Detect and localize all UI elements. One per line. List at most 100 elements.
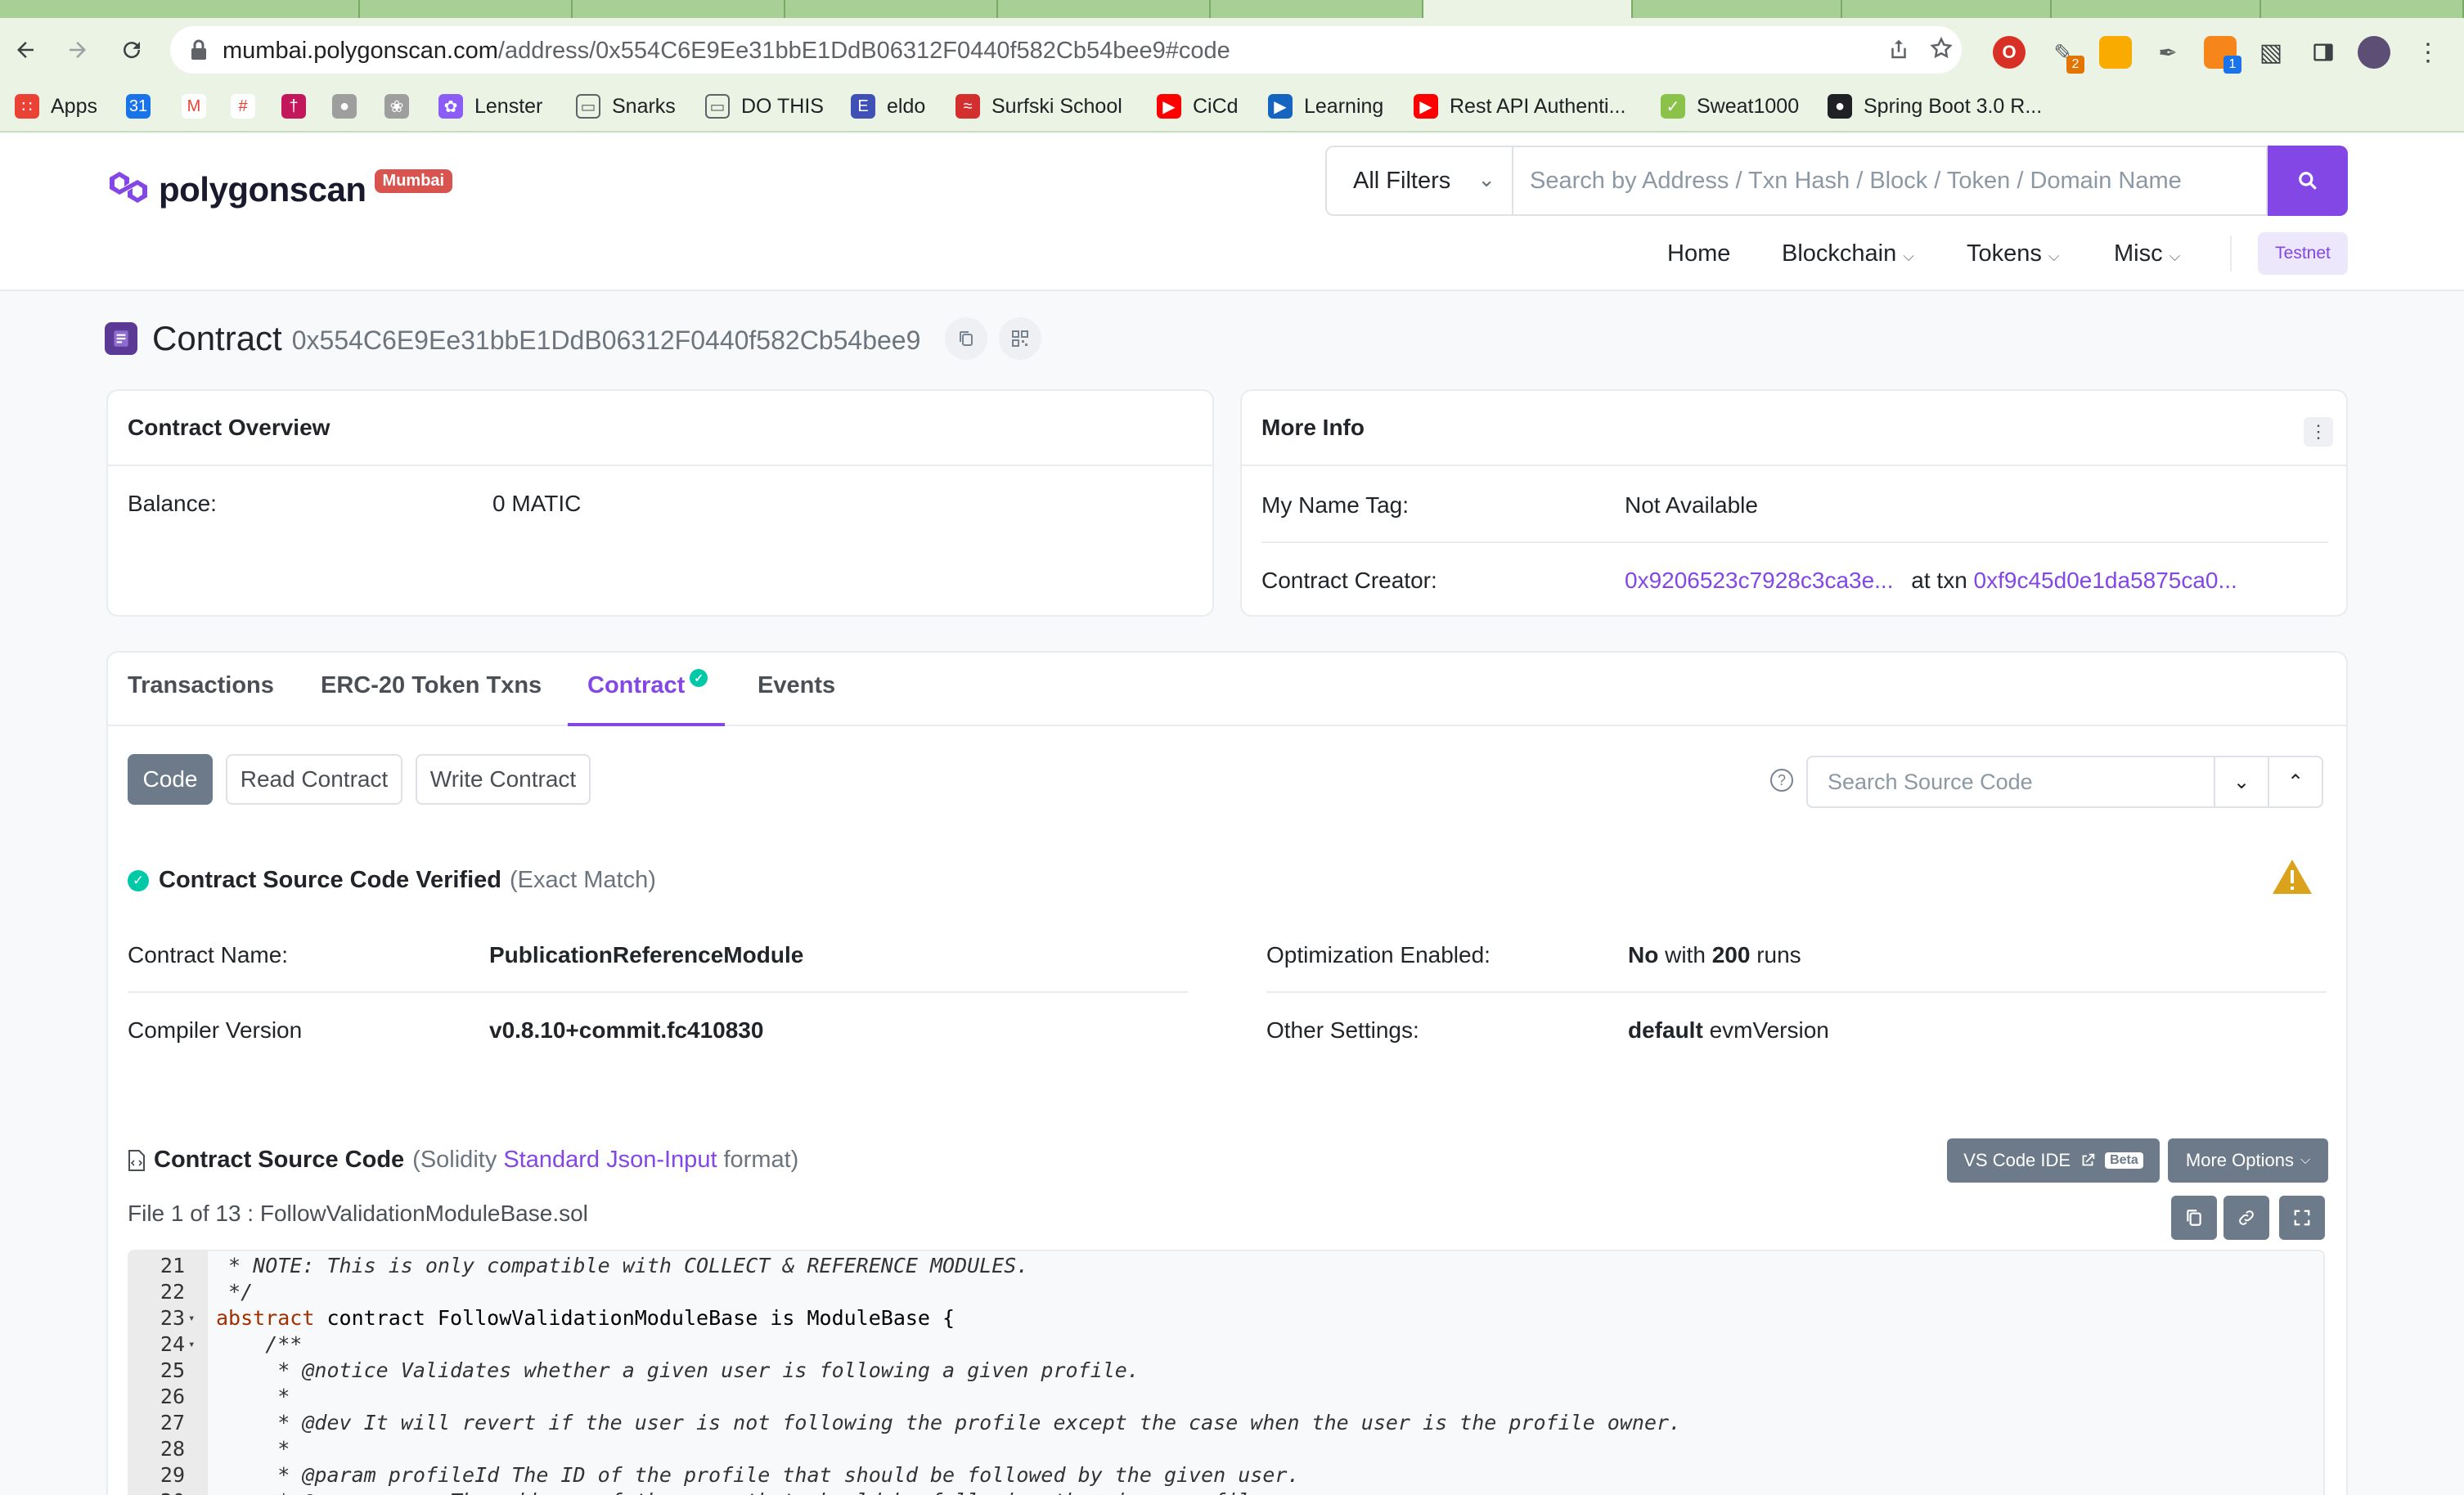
bookmark-item[interactable]: †: [281, 90, 306, 123]
code-text: *: [216, 1437, 290, 1461]
reload-icon[interactable]: [111, 29, 152, 70]
polygonscan-logo[interactable]: polygonscan Mumbai: [105, 168, 453, 211]
bookmark-item[interactable]: ● Spring Boot 3.0 R...: [1828, 90, 2042, 123]
copy-source-button[interactable]: [2171, 1196, 2217, 1240]
bookmark-label: CiCd: [1193, 94, 1239, 118]
card-heading: More Info: [1242, 391, 2346, 466]
verified-match: (Exact Match): [510, 867, 656, 893]
bookmark-item[interactable]: ∷ Apps: [15, 90, 97, 123]
nav-divider: [2230, 236, 2232, 272]
puzzle-icon[interactable]: ▧: [2255, 36, 2287, 69]
search-input[interactable]: [1512, 146, 2268, 216]
link-icon: [2239, 1210, 2254, 1225]
read-contract-button[interactable]: Read Contract: [226, 754, 402, 805]
search-icon: [2299, 172, 2317, 190]
bookmark-item[interactable]: Eeldo: [851, 90, 925, 123]
sidebar-icon[interactable]: [2307, 36, 2340, 69]
bookmark-item[interactable]: ▶ CiCd: [1157, 90, 1239, 123]
more-options-kebab-icon[interactable]: ⋮: [2304, 417, 2333, 447]
browser-tab[interactable]: [0, 0, 360, 18]
browser-tab[interactable]: [1211, 0, 1423, 18]
help-icon[interactable]: ?: [1770, 769, 1793, 792]
permalink-button[interactable]: [2223, 1196, 2269, 1240]
browser-tab[interactable]: [2052, 0, 2261, 18]
warning-icon[interactable]: [2271, 857, 2313, 900]
browser-tab[interactable]: [785, 0, 998, 18]
bookmark-item[interactable]: ●: [332, 90, 357, 123]
search-next-button[interactable]: ⌄: [2214, 756, 2269, 808]
search-source-code-input[interactable]: [1806, 756, 2215, 808]
qr-code-button[interactable]: [999, 317, 1042, 360]
other-settings-label: Other Settings:: [1266, 1017, 1419, 1043]
eyedropper-icon[interactable]: ✒: [2152, 36, 2184, 69]
code-line: 30 * @param user The address of the user…: [129, 1488, 2322, 1495]
profile-avatar[interactable]: [2358, 36, 2390, 69]
bookmark-item[interactable]: ▭ DO THIS: [705, 90, 824, 123]
lenster-icon: ✿: [438, 94, 463, 119]
bookmark-item[interactable]: ≈ Surfski School: [955, 90, 1122, 123]
filter-select[interactable]: All Filters ⌄: [1325, 146, 1512, 216]
eldo-icon: E: [851, 94, 875, 119]
bookmark-item[interactable]: 31: [126, 90, 151, 123]
nav-misc[interactable]: Misc ⌵: [2114, 240, 2180, 267]
browser-tab[interactable]: [1633, 0, 1842, 18]
bookmark-item[interactable]: #: [231, 90, 255, 123]
more-options-button[interactable]: More Options ⌵: [2168, 1138, 2328, 1183]
vs-code-ide-button[interactable]: VS Code IDE Beta: [1947, 1138, 2160, 1183]
bookmark-item[interactable]: ▶ Learning: [1268, 90, 1383, 123]
testnet-badge[interactable]: Testnet: [2258, 232, 2348, 275]
bookmark-star-icon[interactable]: [1929, 36, 1954, 67]
metamask-icon[interactable]: 1: [2204, 36, 2241, 74]
bookmark-item[interactable]: M: [182, 90, 206, 123]
bookmark-item[interactable]: ▶ Rest API Authenti...: [1414, 90, 1625, 123]
browser-tab-active[interactable]: [1423, 0, 1633, 18]
nav-home[interactable]: Home: [1667, 240, 1730, 267]
creator-txn-link[interactable]: 0xf9c45d0e1da5875ca0...: [1974, 568, 2237, 593]
balance-value: 0 MATIC: [492, 491, 582, 516]
write-contract-button[interactable]: Write Contract: [416, 754, 591, 805]
tab-events[interactable]: Events: [758, 672, 835, 699]
browser-tab[interactable]: [998, 0, 1211, 18]
extension-icon[interactable]: [2099, 36, 2132, 69]
bookmark-label: Sweat1000: [1697, 94, 1800, 118]
opera-extension-icon[interactable]: O: [1993, 36, 2026, 69]
code-text: *: [216, 1385, 290, 1408]
copy-address-button[interactable]: [945, 317, 988, 360]
tab-transactions[interactable]: Transactions: [128, 672, 274, 699]
fullscreen-button[interactable]: [2279, 1196, 2325, 1240]
bookmark-item[interactable]: ❀: [384, 90, 409, 123]
tabs-divider: [108, 725, 2346, 726]
bookmark-item[interactable]: ▭ Snarks: [576, 90, 676, 123]
back-icon[interactable]: [5, 29, 46, 70]
balance-label: Balance:: [128, 491, 217, 516]
kebab-menu-icon[interactable]: ⋮: [2412, 36, 2444, 69]
creator-address-link[interactable]: 0x9206523c7928c3ca3e...: [1625, 568, 1894, 593]
browser-tab[interactable]: [2261, 0, 2464, 18]
bookmark-item[interactable]: ✿ Lenster: [438, 90, 542, 123]
apps-grid-icon: ∷: [15, 94, 39, 119]
browser-tab[interactable]: [1842, 0, 2052, 18]
code-button[interactable]: Code: [128, 754, 213, 805]
bookmarks-bar: ∷ Apps 31 M # † ● ❀ ✿ Lenster ▭ Snarks ▭ DO THIS Eeldo…: [0, 82, 2464, 132]
source-code-editor[interactable]: 21 * NOTE: This is only compatible with …: [128, 1250, 2325, 1495]
bookmark-item[interactable]: ✓ Sweat1000: [1661, 90, 1799, 123]
browser-tab[interactable]: [360, 0, 573, 18]
address-bar[interactable]: mumbai.polygonscan.com/address/0x554C6E9…: [170, 26, 1962, 74]
tab-erc20-token-txns[interactable]: ERC-20 Token Txns: [321, 672, 542, 699]
fold-arrow-icon[interactable]: ▾: [188, 1331, 195, 1358]
nav-blockchain[interactable]: Blockchain ⌵: [1782, 240, 1914, 267]
fold-arrow-icon[interactable]: ▾: [188, 1305, 195, 1331]
forward-icon[interactable]: [57, 29, 98, 70]
extension-icon[interactable]: ✎ 2: [2047, 36, 2084, 74]
share-icon[interactable]: [1886, 36, 1911, 69]
nav-tokens[interactable]: Tokens ⌵: [1967, 240, 2060, 267]
browser-tab[interactable]: [573, 0, 785, 18]
tab-contract[interactable]: Contract ✓: [587, 669, 708, 699]
code-text: * @notice Validates whether a given user…: [216, 1358, 1140, 1382]
search-button[interactable]: [2268, 146, 2348, 216]
chevron-up-icon: ⌃: [2286, 770, 2304, 793]
standard-json-input-link[interactable]: Standard Json-Input: [503, 1147, 717, 1174]
gmail-icon: M: [182, 94, 206, 119]
compiler-version-value: v0.8.10+commit.fc410830: [489, 1017, 764, 1043]
search-prev-button[interactable]: ⌃: [2268, 756, 2323, 808]
